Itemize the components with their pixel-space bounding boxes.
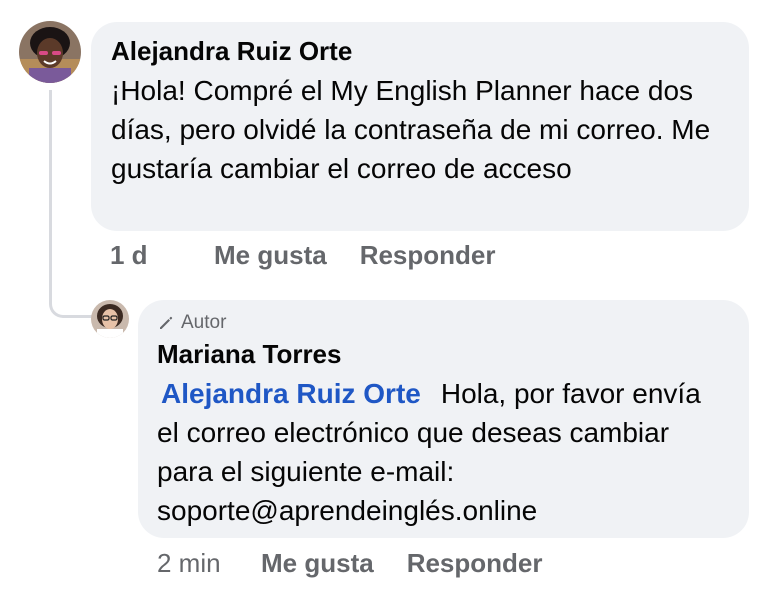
comment-bubble: Alejandra Ruiz Orte ¡Hola! Compré el My … [91,22,749,231]
reply-like-button[interactable]: Me gusta [261,548,374,579]
replier-avatar[interactable] [91,300,129,338]
pencil-icon [160,316,173,329]
comment-like-button[interactable]: Me gusta [214,240,327,271]
replier-avatar-image [91,300,129,338]
comment-actions: 1 d Me gusta Responder [110,240,496,271]
commenter-avatar[interactable] [19,21,81,83]
reply-author[interactable]: Mariana Torres [157,338,730,370]
commenter-avatar-image [19,21,81,83]
reply-reply-button[interactable]: Responder [407,548,543,579]
reply-actions: 2 min Me gusta Responder [157,548,543,579]
reply-bubble: Autor Mariana Torres Alejandra Ruiz Orte… [138,300,749,538]
author-badge: Autor [157,312,730,334]
comment-text: ¡Hola! Compré el My English Planner hace… [111,75,711,184]
reply-mention-link[interactable]: Alejandra Ruiz Orte [157,378,421,409]
reply-text-block: Alejandra Ruiz Orte Hola, por favor envía… [157,374,730,530]
reply-timestamp[interactable]: 2 min [157,548,261,579]
author-badge-label: Autor [181,312,227,333]
comment-reply-button[interactable]: Responder [360,240,496,271]
thread-connector-line [49,90,95,318]
comment-timestamp[interactable]: 1 d [110,240,214,271]
comment-author[interactable]: Alejandra Ruiz Orte [111,35,729,67]
